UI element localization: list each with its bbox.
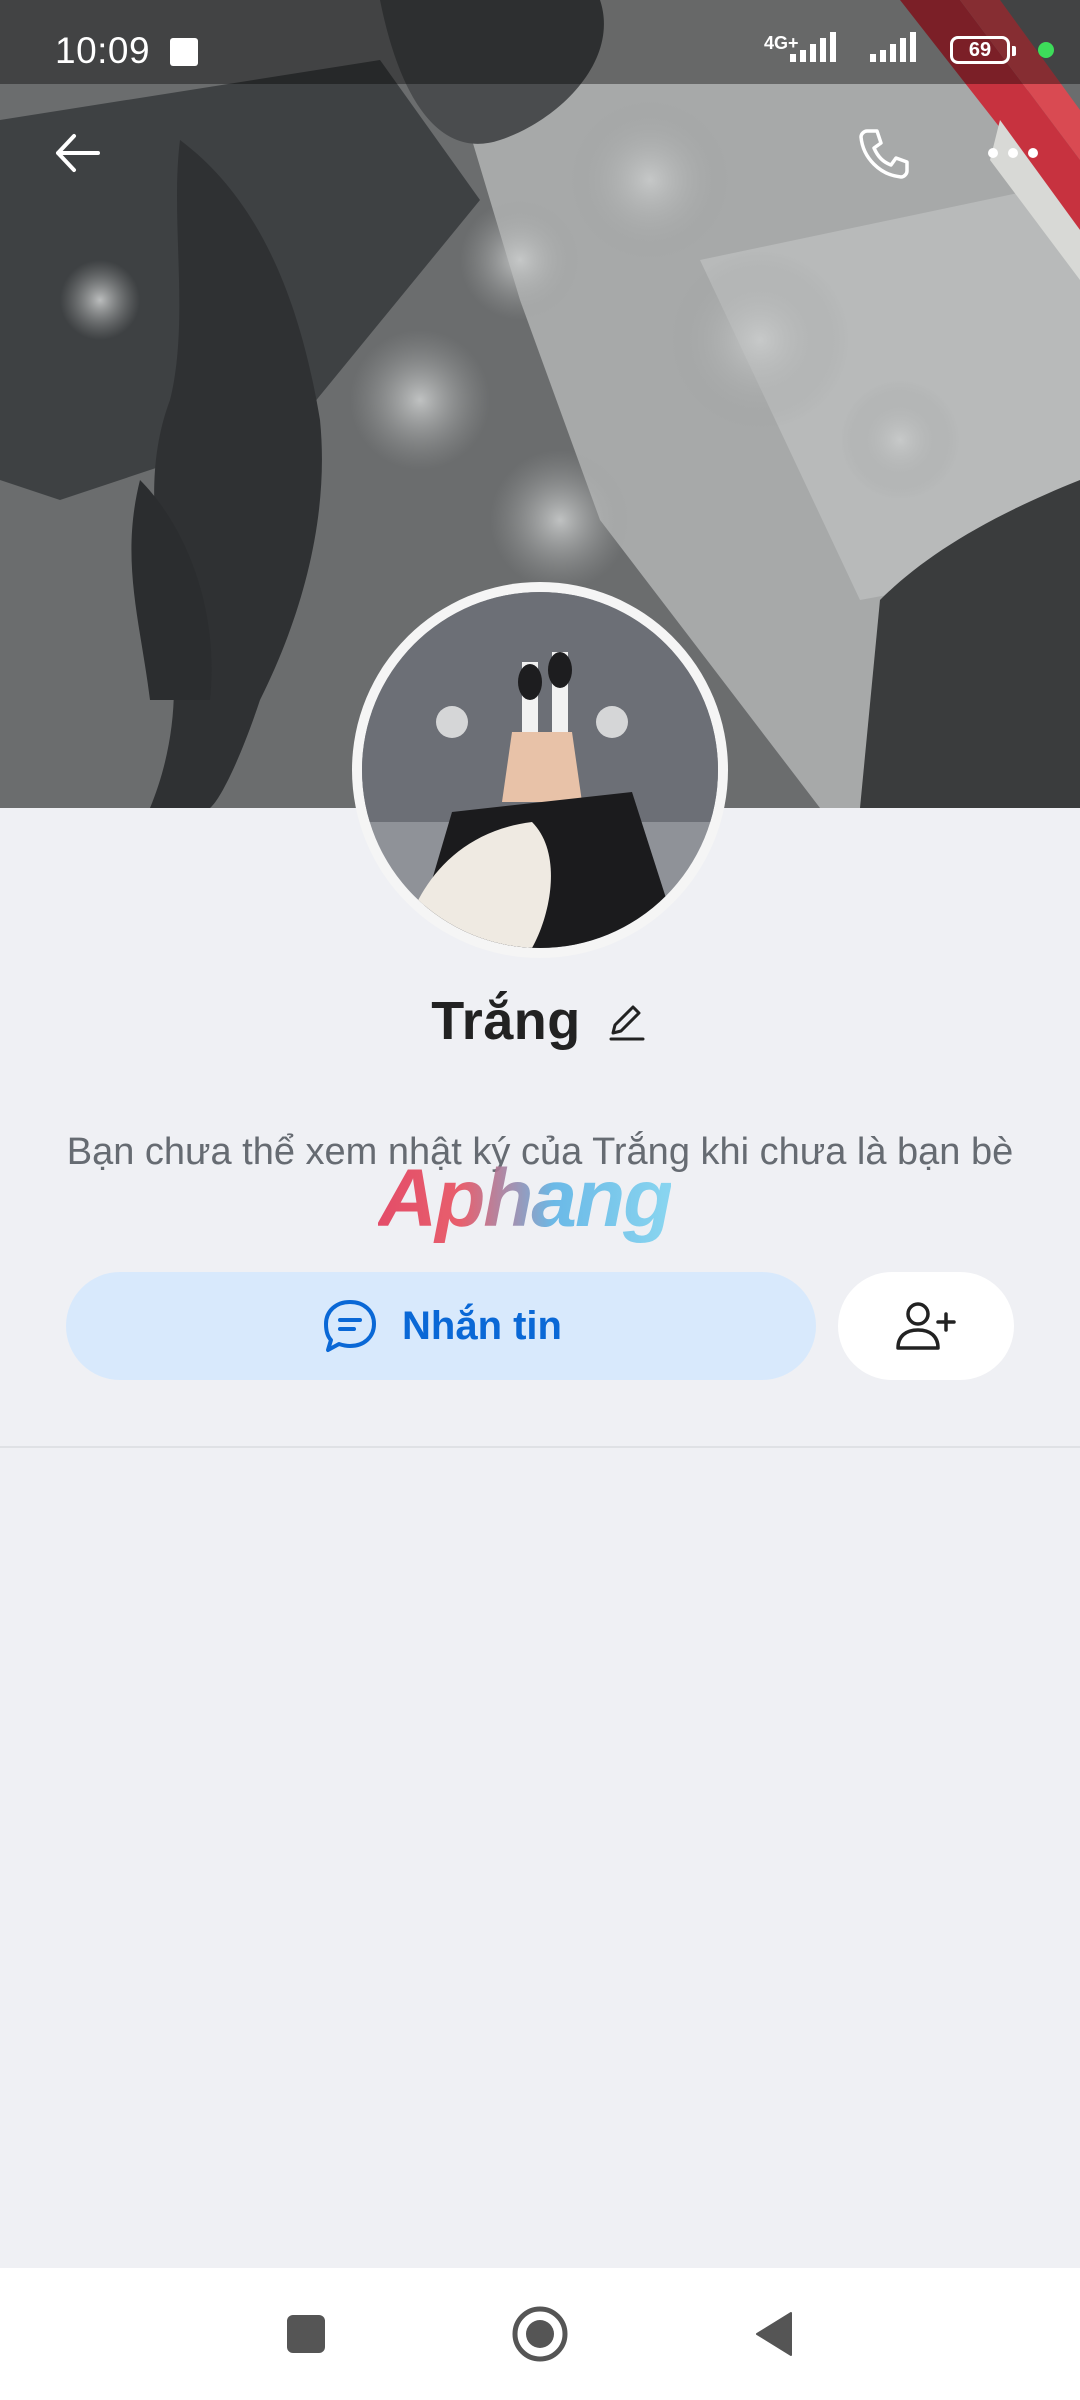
nav-back-button[interactable] [744,2304,804,2364]
profile-name: Trắng [431,991,581,1051]
pencil-icon[interactable] [605,999,649,1043]
chat-bubble-icon [324,1300,376,1352]
nav-recent-button[interactable] [276,2304,336,2364]
triangle-back-icon [756,2312,792,2356]
more-options-button[interactable] [978,118,1048,188]
notification-icon [170,38,198,66]
nav-home-button[interactable] [510,2304,570,2364]
watermark: Aphang [378,1153,673,1244]
avatar-photo [362,592,718,948]
message-button-label: Nhắn tin [402,1303,562,1348]
active-dot [1038,42,1054,58]
message-button[interactable]: Nhắn tin [66,1272,816,1380]
phone-icon [859,129,909,179]
status-time: 10:09 [55,30,151,71]
add-friend-button[interactable] [838,1272,1014,1380]
square-icon [287,2315,325,2353]
avatar[interactable] [352,582,728,958]
back-button[interactable] [42,118,112,188]
call-button[interactable] [848,118,918,188]
system-nav-bar [0,2268,1080,2400]
circle-icon [512,2306,568,2362]
more-dots-icon [988,148,1038,158]
back-arrow-icon [56,134,100,172]
profile-name-row: Trắng [0,990,1080,1052]
signal-icon [790,32,836,62]
avatar-image [362,592,718,948]
add-friend-icon [896,1302,956,1350]
section-divider [0,1446,1080,1448]
signal-icon-2 [870,32,916,62]
battery-indicator: 69 [950,36,1016,64]
status-bar: 10:09 4G+ 69 [0,0,1080,84]
